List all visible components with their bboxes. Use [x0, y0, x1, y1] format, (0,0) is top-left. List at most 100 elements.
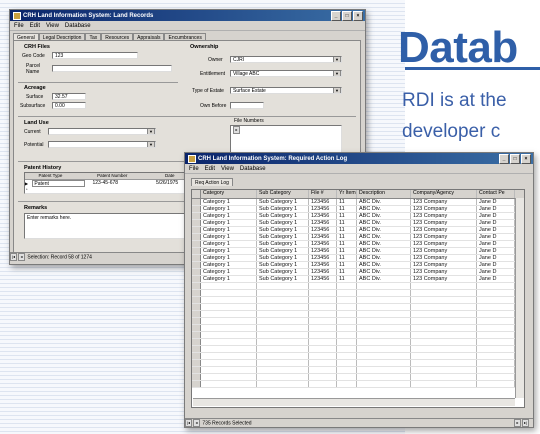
- empty-cell[interactable]: [337, 381, 357, 387]
- yr-item-cell[interactable]: 11: [337, 241, 357, 247]
- empty-cell[interactable]: [337, 290, 357, 296]
- close-icon[interactable]: ×: [353, 11, 363, 21]
- chevron-down-icon[interactable]: ▼: [147, 142, 155, 147]
- empty-cell[interactable]: [357, 360, 411, 366]
- company-agency-cell[interactable]: 123 Company: [411, 227, 477, 233]
- first-record-icon[interactable]: |◂: [10, 253, 17, 261]
- contact-person-cell[interactable]: Jane D: [477, 206, 515, 212]
- category-column-header[interactable]: Category: [201, 190, 257, 198]
- empty-cell[interactable]: [357, 374, 411, 380]
- empty-cell[interactable]: [337, 297, 357, 303]
- table-row[interactable]: Category 1 Sub Category 1 123456 11 ABC Div.…: [192, 241, 524, 248]
- chevron-down-icon[interactable]: ▼: [333, 88, 341, 93]
- tab-req-action-log[interactable]: Req Action Log: [191, 178, 233, 186]
- empty-cell[interactable]: [257, 374, 309, 380]
- row-selector[interactable]: [192, 276, 201, 282]
- sub-category-cell[interactable]: Sub Category 1: [257, 206, 309, 212]
- row-selector[interactable]: [192, 360, 201, 366]
- empty-cell[interactable]: [357, 311, 411, 317]
- row-selector[interactable]: [192, 311, 201, 317]
- empty-row[interactable]: [192, 311, 524, 318]
- empty-row[interactable]: [192, 367, 524, 374]
- empty-cell[interactable]: [309, 318, 337, 324]
- empty-cell[interactable]: [201, 360, 257, 366]
- empty-cell[interactable]: [201, 290, 257, 296]
- empty-cell[interactable]: [257, 283, 309, 289]
- action-log-titlebar[interactable]: CRH Land Information System: Required Ac…: [185, 153, 533, 164]
- yr-item-cell[interactable]: 11: [337, 206, 357, 212]
- empty-cell[interactable]: [309, 297, 337, 303]
- table-row[interactable]: Category 1 Sub Category 1 123456 11 ABC Div.…: [192, 199, 524, 206]
- remarks-textarea[interactable]: Enter remarks here.: [24, 213, 192, 239]
- empty-cell[interactable]: [411, 332, 477, 338]
- vertical-scrollbar[interactable]: [515, 198, 524, 398]
- empty-cell[interactable]: [309, 367, 337, 373]
- previous-record-icon[interactable]: ◂: [193, 419, 200, 427]
- empty-cell[interactable]: [357, 297, 411, 303]
- minimize-icon[interactable]: _: [499, 154, 509, 164]
- empty-cell[interactable]: [411, 318, 477, 324]
- company-agency-cell[interactable]: 123 Company: [411, 241, 477, 247]
- empty-cell[interactable]: [477, 381, 515, 387]
- empty-cell[interactable]: [257, 318, 309, 324]
- patent-number-cell[interactable]: 123-45-678: [85, 180, 150, 187]
- horizontal-scrollbar[interactable]: [193, 398, 515, 406]
- row-selector[interactable]: [192, 248, 201, 254]
- sub-category-cell[interactable]: Sub Category 1: [257, 199, 309, 205]
- empty-row[interactable]: [192, 297, 524, 304]
- patent-history-grid[interactable]: Patent Type Patent Number Date ▶ Patent …: [24, 172, 194, 194]
- yr-item-cell[interactable]: 11: [337, 248, 357, 254]
- empty-cell[interactable]: [201, 325, 257, 331]
- category-cell[interactable]: Category 1: [201, 220, 257, 226]
- description-cell[interactable]: ABC Div.: [357, 255, 411, 261]
- row-selector[interactable]: [192, 297, 201, 303]
- company-agency-cell[interactable]: 123 Company: [411, 220, 477, 226]
- row-selector[interactable]: [192, 346, 201, 352]
- row-selector[interactable]: [192, 304, 201, 310]
- contact-person-cell[interactable]: Jane D: [477, 213, 515, 219]
- yr-item-cell[interactable]: 11: [337, 199, 357, 205]
- description-cell[interactable]: ABC Div.: [357, 227, 411, 233]
- empty-cell[interactable]: [309, 290, 337, 296]
- row-selector[interactable]: [192, 213, 201, 219]
- sub-category-cell[interactable]: Sub Category 1: [257, 213, 309, 219]
- row-selector[interactable]: [192, 262, 201, 268]
- empty-cell[interactable]: [201, 346, 257, 352]
- empty-cell[interactable]: [411, 367, 477, 373]
- menu-view[interactable]: View: [221, 166, 234, 172]
- entitlement-select[interactable]: Village ABC ▼: [230, 70, 342, 77]
- contact-person-cell[interactable]: Jane D: [477, 276, 515, 282]
- file-numbers-list[interactable]: ▸: [230, 125, 342, 155]
- row-selector[interactable]: [192, 206, 201, 212]
- contact-person-cell[interactable]: Jane D: [477, 199, 515, 205]
- empty-cell[interactable]: [257, 332, 309, 338]
- empty-cell[interactable]: [337, 325, 357, 331]
- category-cell[interactable]: Category 1: [201, 213, 257, 219]
- close-icon[interactable]: ×: [521, 154, 531, 164]
- yr-item-cell[interactable]: 11: [337, 262, 357, 268]
- geo-code-field[interactable]: 123: [52, 52, 138, 59]
- sub-category-cell[interactable]: Sub Category 1: [257, 234, 309, 240]
- company-agency-cell[interactable]: 123 Company: [411, 206, 477, 212]
- empty-cell[interactable]: [337, 283, 357, 289]
- sub-category-cell[interactable]: Sub Category 1: [257, 248, 309, 254]
- yr-item-cell[interactable]: 11: [337, 234, 357, 240]
- company-agency-cell[interactable]: 123 Company: [411, 248, 477, 254]
- empty-cell[interactable]: [411, 360, 477, 366]
- company-agency-column-header[interactable]: Company/Agency: [411, 190, 477, 198]
- empty-cell[interactable]: [201, 304, 257, 310]
- sub-category-cell[interactable]: Sub Category 1: [257, 262, 309, 268]
- yr-item-column-header[interactable]: Yr Item: [337, 190, 357, 198]
- company-agency-cell[interactable]: 123 Company: [411, 269, 477, 275]
- category-cell[interactable]: Category 1: [201, 276, 257, 282]
- empty-row[interactable]: [192, 339, 524, 346]
- sub-category-cell[interactable]: Sub Category 1: [257, 276, 309, 282]
- empty-cell[interactable]: [257, 360, 309, 366]
- surface-field[interactable]: 32.57: [52, 93, 86, 100]
- empty-row[interactable]: [192, 332, 524, 339]
- file-number-cell[interactable]: 123456: [309, 227, 337, 233]
- category-cell[interactable]: Category 1: [201, 206, 257, 212]
- chevron-down-icon[interactable]: ▼: [333, 71, 341, 76]
- menu-file[interactable]: File: [14, 23, 24, 29]
- company-agency-cell[interactable]: 123 Company: [411, 255, 477, 261]
